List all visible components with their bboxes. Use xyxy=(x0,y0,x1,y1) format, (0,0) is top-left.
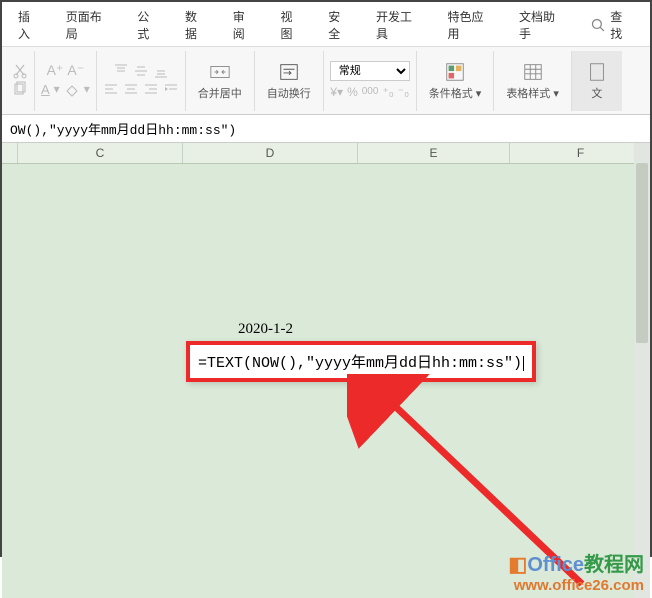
col-c[interactable]: C xyxy=(18,143,183,163)
font-color-icon[interactable]: A xyxy=(41,82,50,97)
merge-icon xyxy=(209,61,231,83)
align-left-icon[interactable] xyxy=(103,81,119,97)
fill-color-icon[interactable] xyxy=(64,81,80,97)
cell-date-value[interactable]: 2020-1-2 xyxy=(238,321,293,338)
align-center-icon[interactable] xyxy=(123,81,139,97)
watermark: ◧Office教程网 www.office26.com xyxy=(508,548,644,594)
editing-cell[interactable]: =TEXT(NOW(),"yyyy年mm月dd日hh:mm:ss") xyxy=(198,355,522,372)
doc-button[interactable]: 文 xyxy=(580,59,614,103)
doc-icon xyxy=(586,61,608,83)
font-increase-icon[interactable]: A⁺ xyxy=(47,62,64,79)
watermark-url: www.office26.com xyxy=(514,577,644,594)
merge-group: 合并居中 xyxy=(186,51,255,111)
col-e[interactable]: E xyxy=(358,143,510,163)
doc-group: 文 xyxy=(572,51,622,111)
align-right-icon[interactable] xyxy=(143,81,159,97)
wrap-icon xyxy=(278,61,300,83)
number-format-combo[interactable]: 常规 xyxy=(330,61,410,81)
font-group: A⁺ A⁻ A ▾ ▾ xyxy=(35,51,97,111)
tab-insert[interactable]: 插入 xyxy=(6,4,54,46)
condfmt-group: 条件格式 ▾ xyxy=(417,51,495,111)
currency-icon[interactable]: ¥▾ xyxy=(330,85,343,99)
font-decrease-icon[interactable]: A⁻ xyxy=(67,62,84,79)
tab-review[interactable]: 审阅 xyxy=(221,4,269,46)
col-d[interactable]: D xyxy=(183,143,358,163)
comma-icon[interactable]: 000 xyxy=(362,86,379,97)
logo-icon: ◧ xyxy=(508,554,527,576)
tab-formula[interactable]: 公式 xyxy=(125,4,173,46)
condfmt-icon xyxy=(444,61,466,83)
ribbon-tabs: 插入 页面布局 公式 数据 审阅 视图 安全 开发工具 特色应用 文档助手 查找 xyxy=(2,2,650,47)
col-f[interactable]: F xyxy=(510,143,650,163)
copy-icon[interactable] xyxy=(12,81,28,97)
search-button[interactable]: 查找 xyxy=(578,4,646,46)
align-bot-icon[interactable] xyxy=(153,63,169,79)
align-top-icon[interactable] xyxy=(113,63,129,79)
scroll-thumb[interactable] xyxy=(636,163,648,343)
align-mid-icon[interactable] xyxy=(133,63,149,79)
ribbon: A⁺ A⁻ A ▾ ▾ 合并居中 自动换行 xyxy=(2,47,650,115)
merge-button[interactable]: 合并居中 xyxy=(192,59,248,103)
chevron-down-icon[interactable]: ▾ xyxy=(54,82,60,96)
tab-docassist[interactable]: 文档助手 xyxy=(507,4,578,46)
number-group: 常规 ¥▾ % 000 ⁺₀ ⁻₀ xyxy=(324,51,417,111)
wrap-group: 自动换行 xyxy=(255,51,324,111)
search-icon xyxy=(590,17,606,33)
tab-special[interactable]: 特色应用 xyxy=(435,4,506,46)
wrap-button[interactable]: 自动换行 xyxy=(261,59,317,103)
dec-dec-icon[interactable]: ⁻₀ xyxy=(398,85,409,99)
tab-security[interactable]: 安全 xyxy=(316,4,364,46)
tab-view[interactable]: 视图 xyxy=(268,4,316,46)
tablestyle-icon xyxy=(522,61,544,83)
column-headers: C D E F xyxy=(2,143,650,164)
spreadsheet-grid[interactable]: C D E F 2020-1-2 =TEXT(NOW(),"yyyy年mm月dd… xyxy=(2,143,650,598)
tab-data[interactable]: 数据 xyxy=(173,4,221,46)
conditional-format-button[interactable]: 条件格式 ▾ xyxy=(423,59,488,103)
editing-cell-highlight: =TEXT(NOW(),"yyyy年mm月dd日hh:mm:ss") xyxy=(186,341,536,382)
indent-icon[interactable] xyxy=(163,81,179,97)
tablestyle-group: 表格样式 ▾ xyxy=(494,51,572,111)
tab-dev[interactable]: 开发工具 xyxy=(364,4,435,46)
vertical-scrollbar[interactable] xyxy=(634,143,650,598)
percent-icon[interactable]: % xyxy=(347,85,358,99)
table-style-button[interactable]: 表格样式 ▾ xyxy=(500,59,565,103)
tab-layout[interactable]: 页面布局 xyxy=(54,4,125,46)
chevron-down-icon[interactable]: ▾ xyxy=(84,82,90,96)
dec-inc-icon[interactable]: ⁺₀ xyxy=(382,85,393,99)
cut-icon[interactable] xyxy=(12,63,28,79)
formula-bar[interactable]: OW(),"yyyy年mm月dd日hh:mm:ss") xyxy=(2,115,650,143)
clipboard-group xyxy=(6,51,35,111)
align-group xyxy=(97,51,186,111)
